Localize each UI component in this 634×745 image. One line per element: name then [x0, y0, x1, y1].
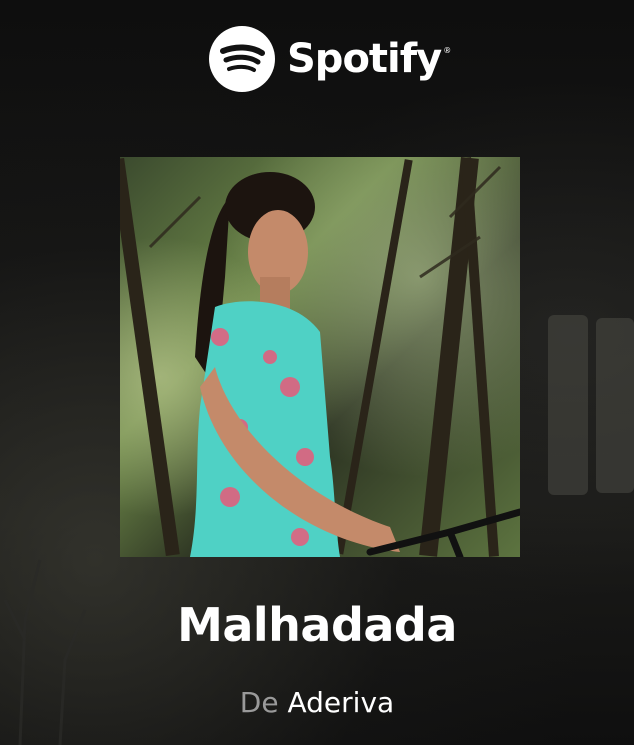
- by-label: De: [239, 686, 279, 719]
- track-title: Malhadada: [177, 598, 457, 652]
- track-byline: De Aderiva: [0, 686, 634, 719]
- spotify-logo[interactable]: Spotify ®: [209, 26, 451, 92]
- album-cover-image[interactable]: [120, 157, 520, 557]
- registered-mark: ®: [443, 46, 452, 55]
- brand-name: Spotify: [287, 36, 442, 82]
- artist-name[interactable]: Aderiva: [288, 686, 395, 719]
- spotify-wordmark: Spotify ®: [287, 36, 451, 82]
- spotify-logo-icon: [209, 26, 275, 92]
